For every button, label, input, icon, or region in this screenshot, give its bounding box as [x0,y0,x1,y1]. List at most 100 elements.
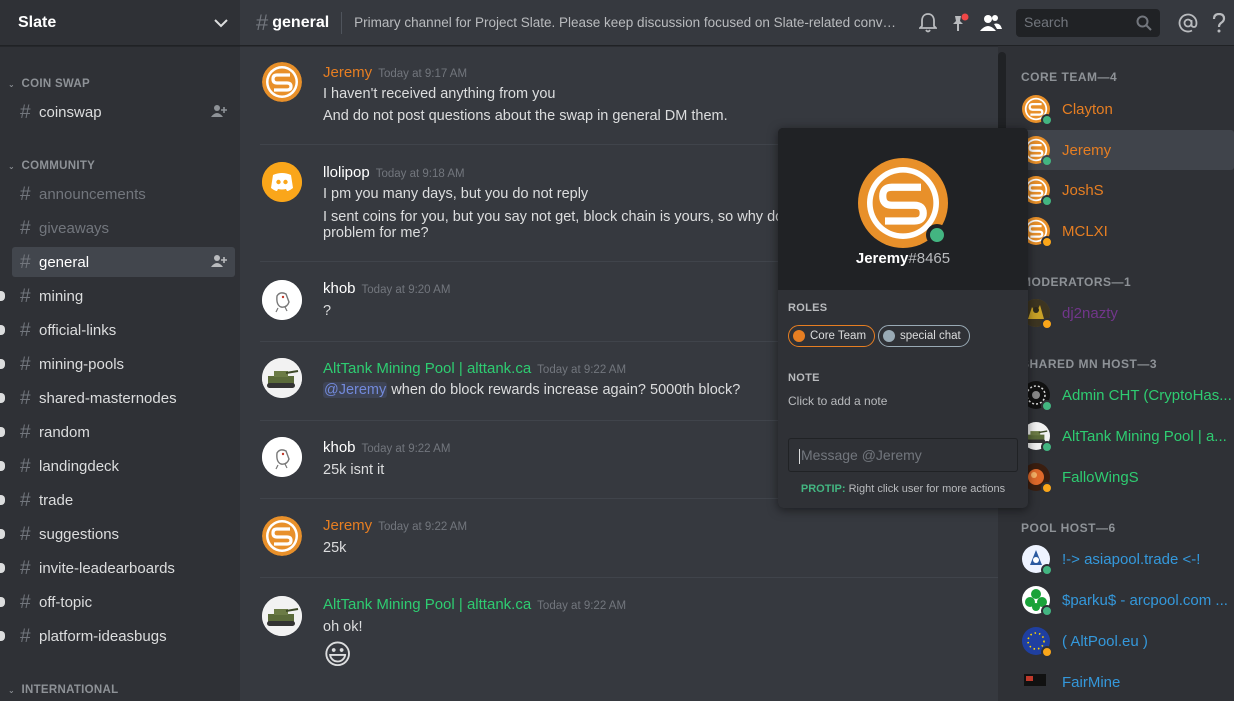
text-caret [799,448,800,464]
member-item[interactable]: Clayton [1014,89,1234,129]
author-label[interactable]: khob [323,439,356,456]
member-item[interactable]: MCLXI [1014,211,1234,251]
author-name[interactable]: llolipop Today at 9:18 AM [323,164,465,181]
channel-label: off-topic [39,593,93,611]
author-label[interactable]: AltTank Mining Pool | alttank.ca [323,360,531,377]
avatar[interactable] [858,158,948,248]
timestamp: Today at 9:18 AM [375,168,465,180]
avatar[interactable] [262,162,302,202]
role-pill[interactable]: special chat [878,325,970,347]
timestamp: Today at 9:22 AM [361,443,451,455]
channel-label: random [39,423,90,441]
channel-official-links[interactable]: # official-links [12,315,235,345]
status-online-icon [1041,564,1053,576]
member-name: JoshS [1062,181,1104,199]
chevron-down-icon: ⌄ [8,686,16,695]
smiley-emoji: 😃 [323,639,353,670]
category-label: COMMUNITY [21,160,96,172]
unread-indicator [0,461,5,471]
member-item[interactable]: Admin CHT (CryptoHas... [1014,375,1234,415]
channel-coinswap[interactable]: # coinswap [12,97,235,127]
user-mention[interactable]: @Jeremy [323,382,388,398]
message-text: ? [323,303,332,319]
bell-icon[interactable] [917,12,939,34]
server-header[interactable]: Slate [0,0,240,46]
channel-suggestions[interactable]: # suggestions [12,519,235,549]
hash-icon: # [20,523,31,545]
member-item[interactable]: Jeremy [1014,130,1234,170]
channel-topic[interactable]: Primary channel for Project Slate. Pleas… [354,15,899,30]
channel-trade[interactable]: # trade [12,485,235,515]
avatar[interactable] [262,62,302,102]
role-pill[interactable]: Core Team [788,325,876,347]
unread-indicator [0,393,5,403]
note-field[interactable]: Click to add a note [788,394,887,408]
member-item[interactable]: FairMine [1014,662,1234,701]
chevron-down-icon[interactable] [214,15,228,31]
channel-off-topic[interactable]: # off-topic [12,587,235,617]
member-item[interactable]: ( AltPool.eu ) [1014,621,1234,661]
member-group-header: CORE TEAM—4 [1021,70,1118,84]
add-user-icon[interactable] [211,104,227,122]
channel-mining-pools[interactable]: # mining-pools [12,349,235,379]
avatar[interactable] [262,516,302,556]
member-item[interactable]: FalloWingS [1014,457,1234,497]
add-user-icon[interactable] [211,254,227,272]
author-label[interactable]: Jeremy [323,517,372,534]
category-international[interactable]: ⌄ INTERNATIONAL [8,684,118,696]
member-group-header: POOL HOST—6 [1021,521,1116,535]
search-input[interactable]: Search [1016,9,1160,37]
help-icon[interactable] [1208,12,1230,34]
author-name[interactable]: AltTank Mining Pool | alttank.ca Today at… [323,360,626,377]
message-placeholder: Message @Jeremy [801,447,922,463]
avatar[interactable] [262,596,302,636]
member-item[interactable]: JoshS [1014,170,1234,210]
author-name[interactable]: Jeremy Today at 9:22 AM [323,517,467,534]
author-label[interactable]: llolipop [323,164,370,181]
user-popout[interactable]: Jeremy#8465 ROLES Core Team special chat… [778,128,1028,508]
author-label[interactable]: Jeremy [323,64,372,81]
member-item[interactable]: !-> asiapool.trade <-! [1014,539,1234,579]
author-name[interactable]: khob Today at 9:22 AM [323,439,450,456]
author-label[interactable]: khob [323,280,356,297]
member-item[interactable]: AltTank Mining Pool | a... [1014,416,1234,456]
author-name[interactable]: Jeremy Today at 9:17 AM [323,64,467,81]
message-text: when do block rewards increase again? 50… [387,382,741,398]
channel-landingdeck[interactable]: # landingdeck [12,451,235,481]
channel-platform-ideasbugs[interactable]: # platform-ideasbugs [12,621,235,651]
pin-icon[interactable] [949,12,971,34]
status-online-icon [1041,605,1053,617]
author-label[interactable]: AltTank Mining Pool | alttank.ca [323,596,531,613]
protip-label: PROTIP: [800,483,846,495]
message-text: oh ok! [323,619,363,635]
channel-giveaways[interactable]: # giveaways [12,213,235,243]
channel-invite-leadearboards[interactable]: # invite-leadearboards [12,553,235,583]
category-label: INTERNATIONAL [21,684,119,696]
avatar[interactable] [262,280,302,320]
search-icon [1136,15,1152,34]
popout-username: Jeremy [855,250,909,267]
direct-message-input[interactable]: Message @Jeremy [788,438,1018,472]
author-name[interactable]: khob Today at 9:20 AM [323,280,450,297]
member-item[interactable]: dj2nazty [1014,293,1234,333]
category-community[interactable]: ⌄ COMMUNITY [8,160,95,172]
author-name[interactable]: AltTank Mining Pool | alttank.ca Today at… [323,596,626,613]
message-divider [260,577,1002,578]
member-list-icon[interactable] [980,12,1002,34]
hash-icon: # [20,353,31,375]
channel-general[interactable]: # general [12,247,235,277]
member-name: dj2nazty [1062,304,1118,322]
avatar[interactable] [262,437,302,477]
channel-mining[interactable]: # mining [12,281,235,311]
role-label: special chat [900,330,961,342]
mention-icon[interactable] [1177,12,1199,34]
protip: PROTIP: Right click user for more action… [778,483,1028,495]
channel-random[interactable]: # random [12,417,235,447]
avatar[interactable] [262,358,302,398]
user-tag: Jeremy#8465 [778,250,1028,267]
member-item[interactable]: $parku$ - arcpool.com ... [1014,580,1234,620]
channel-announcements[interactable]: # announcements [12,179,235,209]
channel-shared-masternodes[interactable]: # shared-masternodes [12,383,235,413]
category-coin-swap[interactable]: ⌄ COIN SWAP [8,78,90,90]
channel-label: general [39,253,90,271]
